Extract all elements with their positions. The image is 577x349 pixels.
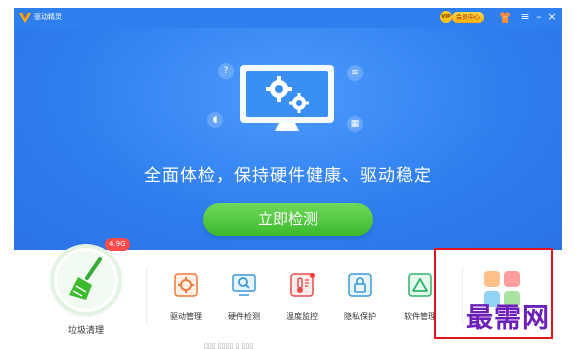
close-button[interactable]: × bbox=[546, 10, 558, 24]
tool-label: 驱动管理 bbox=[170, 312, 202, 321]
junk-clean-button[interactable] bbox=[54, 248, 118, 312]
app-title: 驱动精灵 bbox=[34, 13, 62, 21]
minimize-button[interactable]: – bbox=[533, 10, 545, 24]
monitor-search-icon bbox=[232, 274, 256, 296]
monitor-gears-icon bbox=[240, 65, 334, 131]
divider bbox=[146, 268, 147, 324]
detect-now-button[interactable]: 立即检测 bbox=[203, 203, 373, 236]
tool-label: 硬件检测 bbox=[228, 312, 260, 321]
broom-icon bbox=[57, 251, 115, 309]
member-center-button[interactable]: 会员中心 bbox=[452, 12, 485, 23]
chip-bubble-icon: ▦ bbox=[347, 116, 363, 132]
lock-icon bbox=[348, 273, 372, 297]
menu-button[interactable]: ≡ bbox=[519, 10, 531, 24]
skin-icon[interactable] bbox=[498, 11, 512, 24]
bottom-hint-text: ▯▯▯ ▯▯▯▯ ▯ ▯▯▯ bbox=[204, 342, 254, 349]
hero-headline: 全面体检，保持硬件健康、驱动稳定 bbox=[144, 166, 432, 186]
junk-clean-label: 垃圾清理 bbox=[67, 326, 104, 336]
tool-driver-manage[interactable]: 驱动管理 bbox=[161, 272, 211, 322]
speaker-bubble-icon: ◖ bbox=[207, 112, 223, 128]
help-bubble-icon: ? bbox=[218, 63, 234, 79]
app-logo-icon bbox=[19, 12, 31, 23]
notification-dot bbox=[310, 273, 315, 278]
tool-hardware-check[interactable]: 硬件检测 bbox=[219, 272, 269, 322]
tool-label: 隐私保护 bbox=[344, 312, 376, 321]
vip-badge[interactable]: VIP bbox=[440, 11, 452, 23]
tool-privacy-protect[interactable]: 隐私保护 bbox=[335, 272, 385, 322]
junk-size-badge: 4.9G bbox=[105, 238, 130, 251]
watermark-text: 最需网 bbox=[466, 303, 550, 334]
tool-label: 温度监控 bbox=[286, 312, 318, 321]
title-bar: 驱动精灵 VIP 会员中心 ≡ – × bbox=[14, 8, 562, 28]
hero-area: ? ≋ ◖ ▦ 全面体检，保持硬件健康、驱动稳定 立即检测 bbox=[14, 28, 562, 250]
gear-chip-icon bbox=[174, 273, 198, 297]
tool-temperature-monitor[interactable]: 温度监控 bbox=[277, 272, 327, 322]
triangle-app-icon bbox=[408, 273, 432, 297]
wifi-bubble-icon: ≋ bbox=[347, 65, 363, 81]
